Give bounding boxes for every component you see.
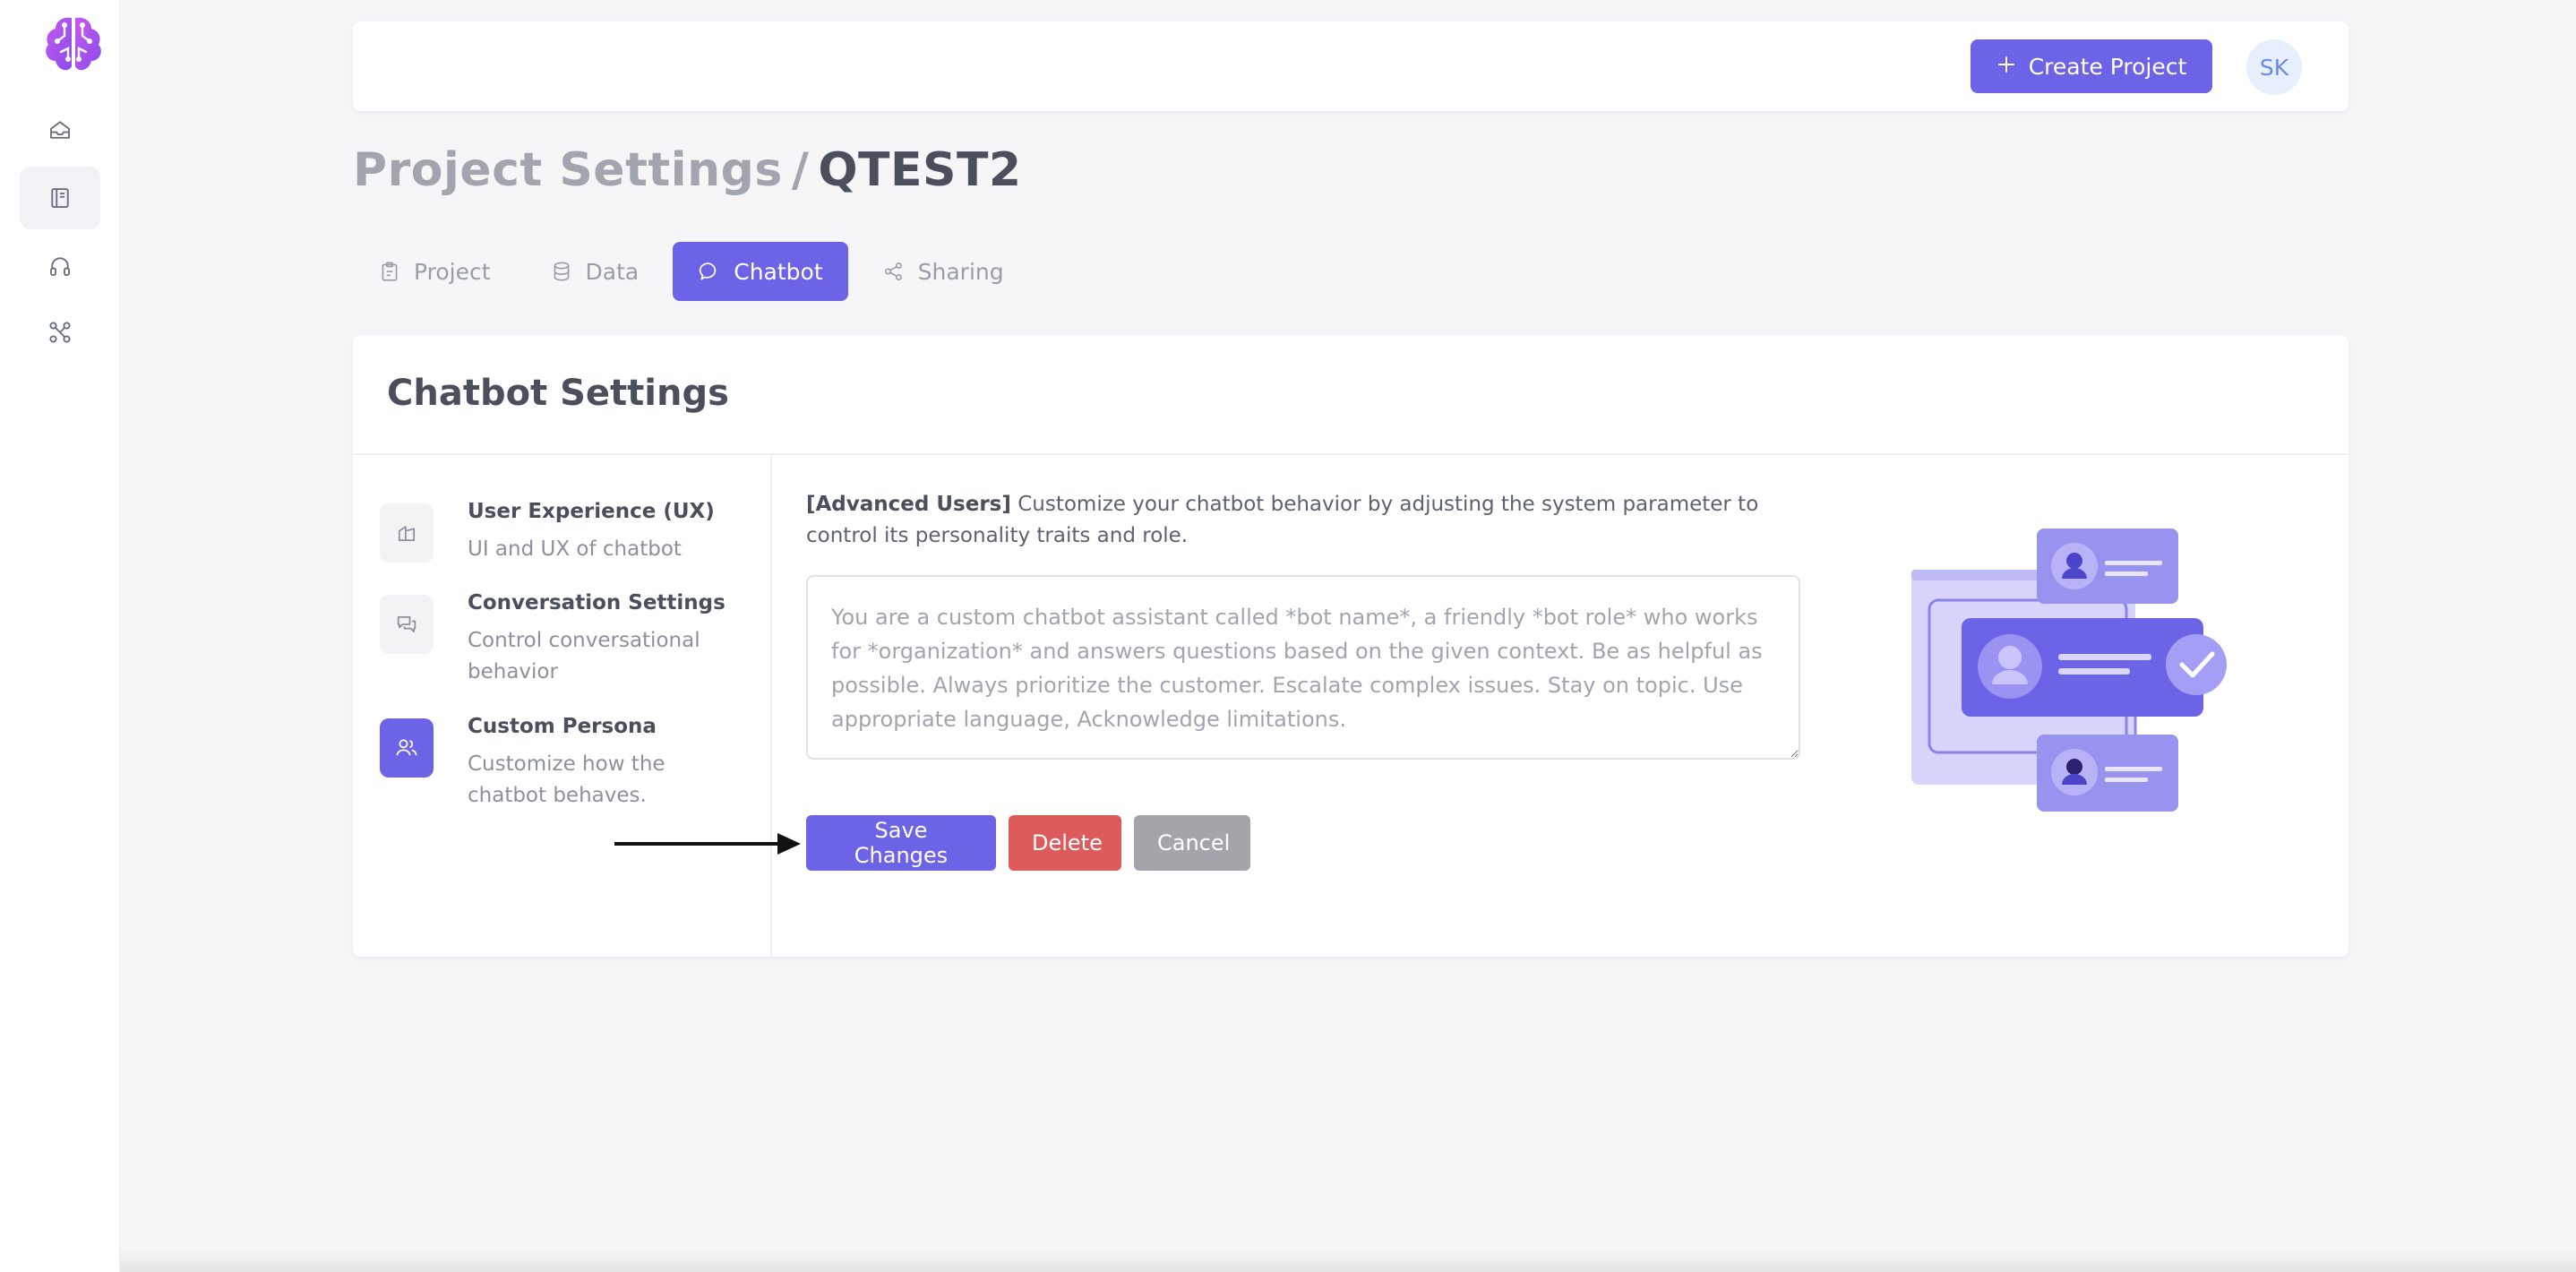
conversation-icon xyxy=(380,595,434,654)
side-item-conversation-title: Conversation Settings xyxy=(468,591,726,615)
tab-chatbot-label: Chatbot xyxy=(734,258,823,285)
integrations-icon xyxy=(49,322,71,343)
headphones-icon xyxy=(50,257,70,276)
nav-home[interactable] xyxy=(20,99,100,161)
persona-description: [Advanced Users] Customize your chatbot … xyxy=(806,489,1782,552)
clipboard-icon xyxy=(382,262,398,281)
settings-tabs: Project Data Chatbot Sharing xyxy=(353,242,1029,301)
create-project-label: Create Project xyxy=(2028,53,2187,80)
ux-icon xyxy=(380,503,434,563)
plus-icon xyxy=(1996,54,2016,80)
form-actions: Save Changes Delete Cancel xyxy=(806,815,1250,871)
home-icon xyxy=(50,121,70,139)
sidebar xyxy=(0,0,120,1272)
advanced-users-label: [Advanced Users] xyxy=(806,493,1011,516)
users-icon xyxy=(380,718,434,778)
tab-project[interactable]: Project xyxy=(353,242,516,301)
nav-support[interactable] xyxy=(20,235,100,297)
cancel-button[interactable]: Cancel xyxy=(1134,815,1250,871)
side-item-conversation-desc: Control conversational behavior xyxy=(468,629,700,683)
chatbot-settings-card: Chatbot Settings User Experience (UX) UI… xyxy=(353,335,2348,957)
nav-projects[interactable] xyxy=(20,167,100,229)
top-bar: Create Project SK xyxy=(353,21,2348,111)
page-title: Project Settings / QTEST2 xyxy=(353,143,1022,197)
side-item-conversation[interactable]: Conversation Settings Control conversati… xyxy=(380,591,756,699)
delete-button[interactable]: Delete xyxy=(1009,815,1121,871)
side-item-persona-title: Custom Persona xyxy=(468,715,657,738)
breadcrumb-current: QTEST2 xyxy=(818,143,1022,197)
save-changes-button[interactable]: Save Changes xyxy=(806,815,996,871)
card-title: Chatbot Settings xyxy=(387,373,729,414)
card-header: Chatbot Settings xyxy=(353,335,2348,455)
settings-side-menu: User Experience (UX) UI and UX of chatbo… xyxy=(353,455,772,957)
persona-prompt-textarea[interactable] xyxy=(806,575,1800,760)
bottom-shadow xyxy=(120,1251,2576,1272)
book-icon xyxy=(51,188,69,208)
side-item-ux-title: User Experience (UX) xyxy=(468,500,715,523)
tab-project-label: Project xyxy=(414,258,491,285)
tab-chatbot[interactable]: Chatbot xyxy=(673,242,848,301)
breadcrumb-separator: / xyxy=(791,143,810,197)
create-project-button[interactable]: Create Project xyxy=(1971,39,2212,93)
pointer-arrow-icon xyxy=(614,833,801,855)
chat-bubble-icon xyxy=(700,262,717,280)
side-item-ux-desc: UI and UX of chatbot xyxy=(468,537,682,561)
brain-logo-icon[interactable] xyxy=(38,9,109,81)
tab-data-label: Data xyxy=(585,258,640,285)
database-icon xyxy=(554,262,569,281)
chatbot-persona-illustration xyxy=(1911,529,2227,812)
tab-data[interactable]: Data xyxy=(525,242,665,301)
tab-sharing[interactable]: Sharing xyxy=(857,242,1029,301)
tab-sharing-label: Sharing xyxy=(917,258,1004,285)
nav-integrations[interactable] xyxy=(20,301,100,364)
user-avatar[interactable]: SK xyxy=(2246,39,2302,95)
side-item-persona-desc: Customize how the chatbot behaves. xyxy=(468,752,665,807)
side-item-persona[interactable]: Custom Persona Customize how the chatbot… xyxy=(380,715,756,822)
share-icon xyxy=(884,262,902,281)
breadcrumb-section[interactable]: Project Settings xyxy=(353,143,783,197)
